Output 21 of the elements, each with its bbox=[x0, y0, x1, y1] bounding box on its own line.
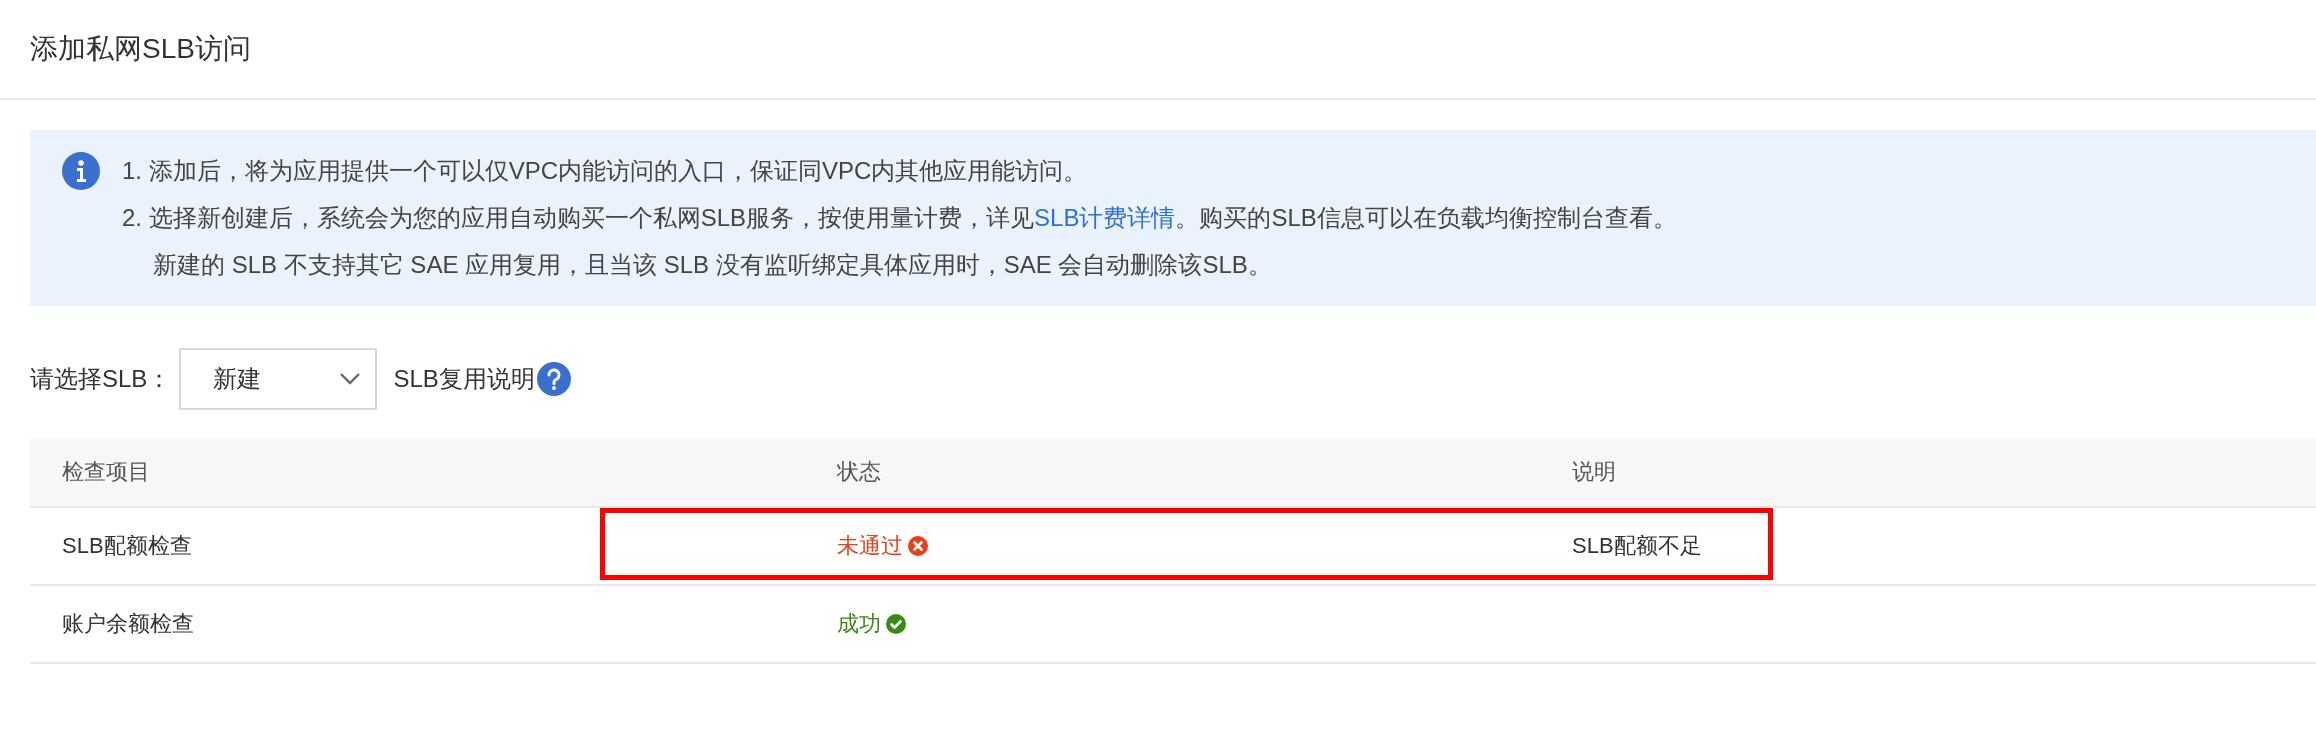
status-text: 未通过 bbox=[837, 532, 903, 560]
column-header: 状态 bbox=[836, 458, 882, 486]
notice-text: 新建的 SLB 不支持其它 SAE 应用复用，且当该 SLB 没有监听绑定具体应用时，SAE 会自动删除该SLB。 bbox=[152, 250, 1273, 280]
page-title: 添加私网SLB访问 bbox=[30, 32, 251, 66]
reuse-help-link[interactable]: SLB复用说明 bbox=[393, 363, 535, 395]
billing-link[interactable]: SLB计费详情 bbox=[1034, 204, 1176, 231]
chevron-down-icon bbox=[339, 372, 362, 386]
column-header: 说明 bbox=[1571, 458, 1617, 486]
table-cell-text: 账户余额检查 bbox=[61, 610, 195, 638]
notice-text: 2. 选择新创建后，系统会为您的应用自动购买一个私网SLB服务，按使用量计费，详见SLB计费详情。购买的SLB信息可以在负载均衡控制台查看。 bbox=[122, 203, 1677, 233]
info-icon bbox=[62, 152, 100, 190]
table-cell-text: SLB配额检查 bbox=[61, 532, 193, 560]
column-header: 检查项目 bbox=[61, 458, 151, 486]
table-cell-text: SLB配额不足 bbox=[1571, 532, 1703, 560]
status-text: 成功 bbox=[837, 610, 881, 638]
check-icon bbox=[885, 613, 907, 635]
slb-select[interactable]: 新建 bbox=[179, 348, 378, 410]
notice-text: 1. 添加后，将为应用提供一个可以仅VPC内能访问的入口，保证同VPC内其他应用能访问。 bbox=[122, 156, 1089, 186]
help-icon[interactable] bbox=[536, 362, 571, 396]
slb-label: 请选择SLB： bbox=[30, 364, 172, 394]
error-icon bbox=[907, 535, 929, 557]
